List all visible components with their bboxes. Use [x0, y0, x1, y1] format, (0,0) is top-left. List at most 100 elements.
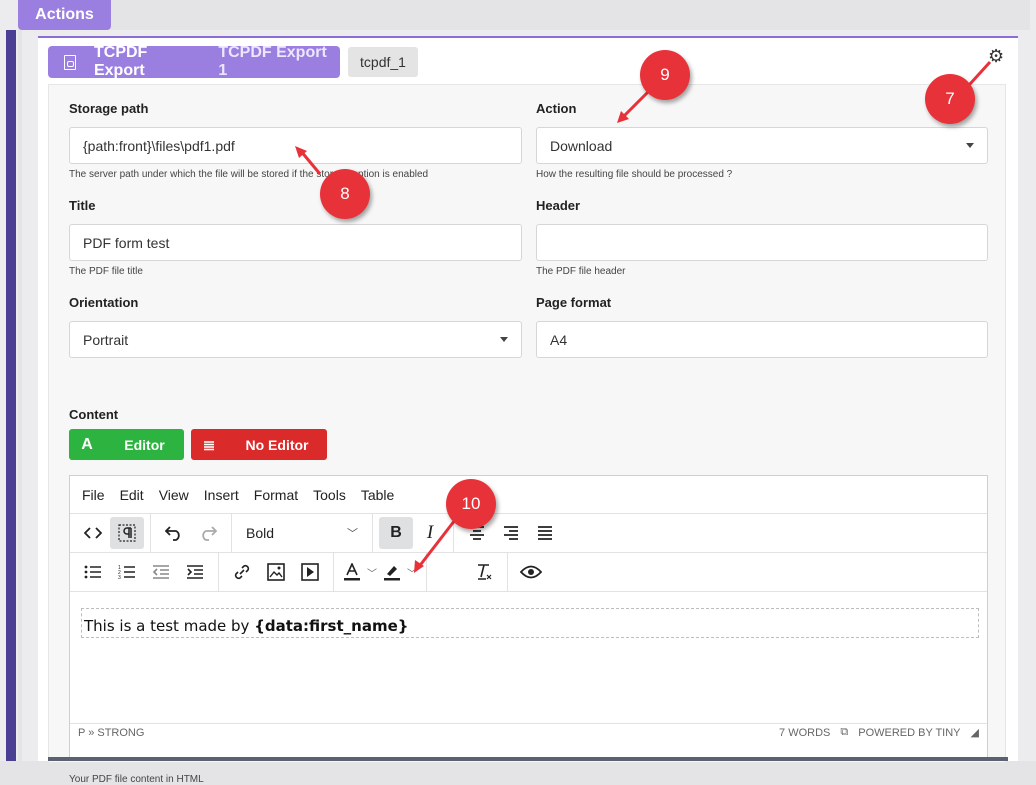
menu-insert[interactable]: Insert: [204, 487, 239, 503]
annotation-marker-10: 10: [446, 479, 496, 529]
action-field: Action Download How the resulting file s…: [536, 101, 988, 180]
editor-body-strong: {data:first_name}: [254, 617, 409, 635]
redo-icon[interactable]: [191, 517, 225, 549]
title-help: The PDF file title: [69, 266, 143, 277]
bold-icon[interactable]: B: [379, 517, 413, 549]
bottom-strip: [48, 757, 1008, 761]
show-blocks-icon[interactable]: [110, 517, 144, 549]
editor-button[interactable]: A Editor: [69, 429, 184, 460]
card-subtitle: TCPDF Export 1: [218, 44, 327, 79]
menu-table[interactable]: Table: [361, 487, 394, 503]
toolbar-separator: [231, 513, 232, 553]
page-format-value: A4: [550, 331, 568, 348]
gear-icon[interactable]: ⚙: [988, 46, 1004, 67]
image-icon[interactable]: [259, 556, 293, 588]
align-justify-icon[interactable]: [528, 517, 562, 549]
storage-path-help: The server path under which the file wil…: [69, 169, 429, 180]
editor-toolbar-row2: 123 ﹀ ﹀: [70, 552, 987, 592]
highlight-color-icon[interactable]: [380, 556, 404, 588]
action-select[interactable]: Download: [536, 127, 988, 164]
link-icon[interactable]: [225, 556, 259, 588]
pdf-file-icon: [64, 54, 76, 70]
toolbar-separator: [507, 552, 508, 592]
table-icon[interactable]: [433, 556, 467, 588]
card-id-badge: tcpdf_1: [348, 47, 418, 77]
editor-button-label: Editor: [124, 436, 165, 453]
block-format-select[interactable]: Bold ﹀: [238, 518, 366, 548]
orientation-select[interactable]: Portrait: [69, 321, 522, 358]
block-format-value: Bold: [246, 525, 275, 541]
annotation-marker-9: 9: [640, 50, 690, 100]
external-link-icon: ⧉: [840, 726, 849, 738]
chevron-down-icon: ﹀: [347, 528, 358, 540]
page-format-label: Page format: [536, 295, 612, 310]
align-right-icon[interactable]: [494, 517, 528, 549]
content-help: Your PDF file content in HTML: [69, 774, 204, 785]
action-card: TCPDF Export TCPDF Export 1 tcpdf_1 ⚙ St…: [38, 36, 1018, 785]
chevron-down-icon[interactable]: ﹀: [364, 556, 380, 588]
text-color-icon[interactable]: [340, 556, 364, 588]
editor-statusbar: P » STRONG 7 WORDS ⧉ POWERED BY TINY ◢: [70, 723, 987, 741]
action-help: How the resulting file should be process…: [536, 169, 733, 180]
left-rail-strip: [6, 30, 16, 761]
toolbar-separator: [150, 513, 151, 553]
card-title-badge[interactable]: TCPDF Export TCPDF Export 1: [48, 44, 340, 79]
indent-icon[interactable]: [178, 556, 212, 588]
caret-down-icon: [966, 143, 974, 148]
orientation-value: Portrait: [83, 331, 129, 348]
editor-toolbar-row1: Bold ﹀ B I: [70, 513, 987, 553]
element-path[interactable]: P » STRONG: [78, 727, 144, 739]
menu-tools[interactable]: Tools: [313, 487, 346, 503]
title-input[interactable]: PDF form test: [69, 224, 522, 261]
italic-icon[interactable]: I: [413, 517, 447, 549]
menu-view[interactable]: View: [159, 487, 189, 503]
outdent-icon[interactable]: [144, 556, 178, 588]
menu-format[interactable]: Format: [254, 487, 298, 503]
chevron-down-icon[interactable]: ﹀: [404, 556, 420, 588]
action-label: Action: [536, 101, 577, 116]
media-icon[interactable]: [293, 556, 327, 588]
clear-formatting-icon[interactable]: [467, 556, 501, 588]
caret-down-icon: [500, 337, 508, 342]
editor-paragraph[interactable]: This is a test made by {data:first_name}: [81, 608, 979, 638]
numbered-list-icon[interactable]: 123: [110, 556, 144, 588]
annotation-marker-8: 8: [320, 169, 370, 219]
header-label: Header: [536, 198, 581, 213]
editor-content-area[interactable]: This is a test made by {data:first_name}…: [70, 592, 987, 741]
toolbar-separator: [218, 552, 219, 592]
header-help: The PDF file header: [536, 266, 626, 277]
storage-path-input[interactable]: {path:front}\files\pdf1.pdf: [69, 127, 522, 164]
actions-tab[interactable]: Actions: [18, 0, 111, 30]
undo-icon[interactable]: [157, 517, 191, 549]
no-editor-button-label: No Editor: [245, 436, 309, 453]
content-label: Content: [69, 407, 119, 422]
editor-body-text: This is a test made by: [84, 617, 255, 635]
left-rail: [0, 0, 18, 761]
no-editor-button[interactable]: ≣ No Editor: [191, 429, 327, 460]
bullet-list-icon[interactable]: [76, 556, 110, 588]
resize-handle-icon[interactable]: ◢: [971, 726, 979, 739]
source-code-icon[interactable]: [76, 517, 110, 549]
annotation-marker-7: 7: [925, 74, 975, 124]
toolbar-separator: [426, 552, 427, 592]
powered-by-tiny[interactable]: POWERED BY TINY: [858, 727, 960, 739]
preview-eye-icon[interactable]: [514, 556, 548, 588]
lines-icon: ≣: [202, 436, 216, 454]
orientation-label: Orientation: [69, 295, 139, 310]
header-input[interactable]: [536, 224, 988, 261]
rich-text-editor: File Edit View Insert Format Tools Table…: [69, 475, 988, 760]
toolbar-separator: [372, 513, 373, 553]
title-field: Title PDF form test The PDF file title: [69, 198, 522, 277]
menu-file[interactable]: File: [82, 487, 105, 503]
title-value: PDF form test: [83, 234, 170, 251]
page-format-field: Page format A4: [536, 295, 988, 358]
action-value: Download: [550, 137, 613, 154]
storage-path-field: Storage path {path:front}\files\pdf1.pdf…: [69, 101, 522, 180]
word-count[interactable]: 7 WORDS: [779, 727, 830, 739]
page-format-input[interactable]: A4: [536, 321, 988, 358]
menu-edit[interactable]: Edit: [120, 487, 144, 503]
storage-path-label: Storage path: [69, 101, 149, 116]
header-field: Header The PDF file header: [536, 198, 988, 277]
right-edge: [1030, 0, 1036, 761]
storage-path-value: {path:front}\files\pdf1.pdf: [83, 137, 235, 154]
